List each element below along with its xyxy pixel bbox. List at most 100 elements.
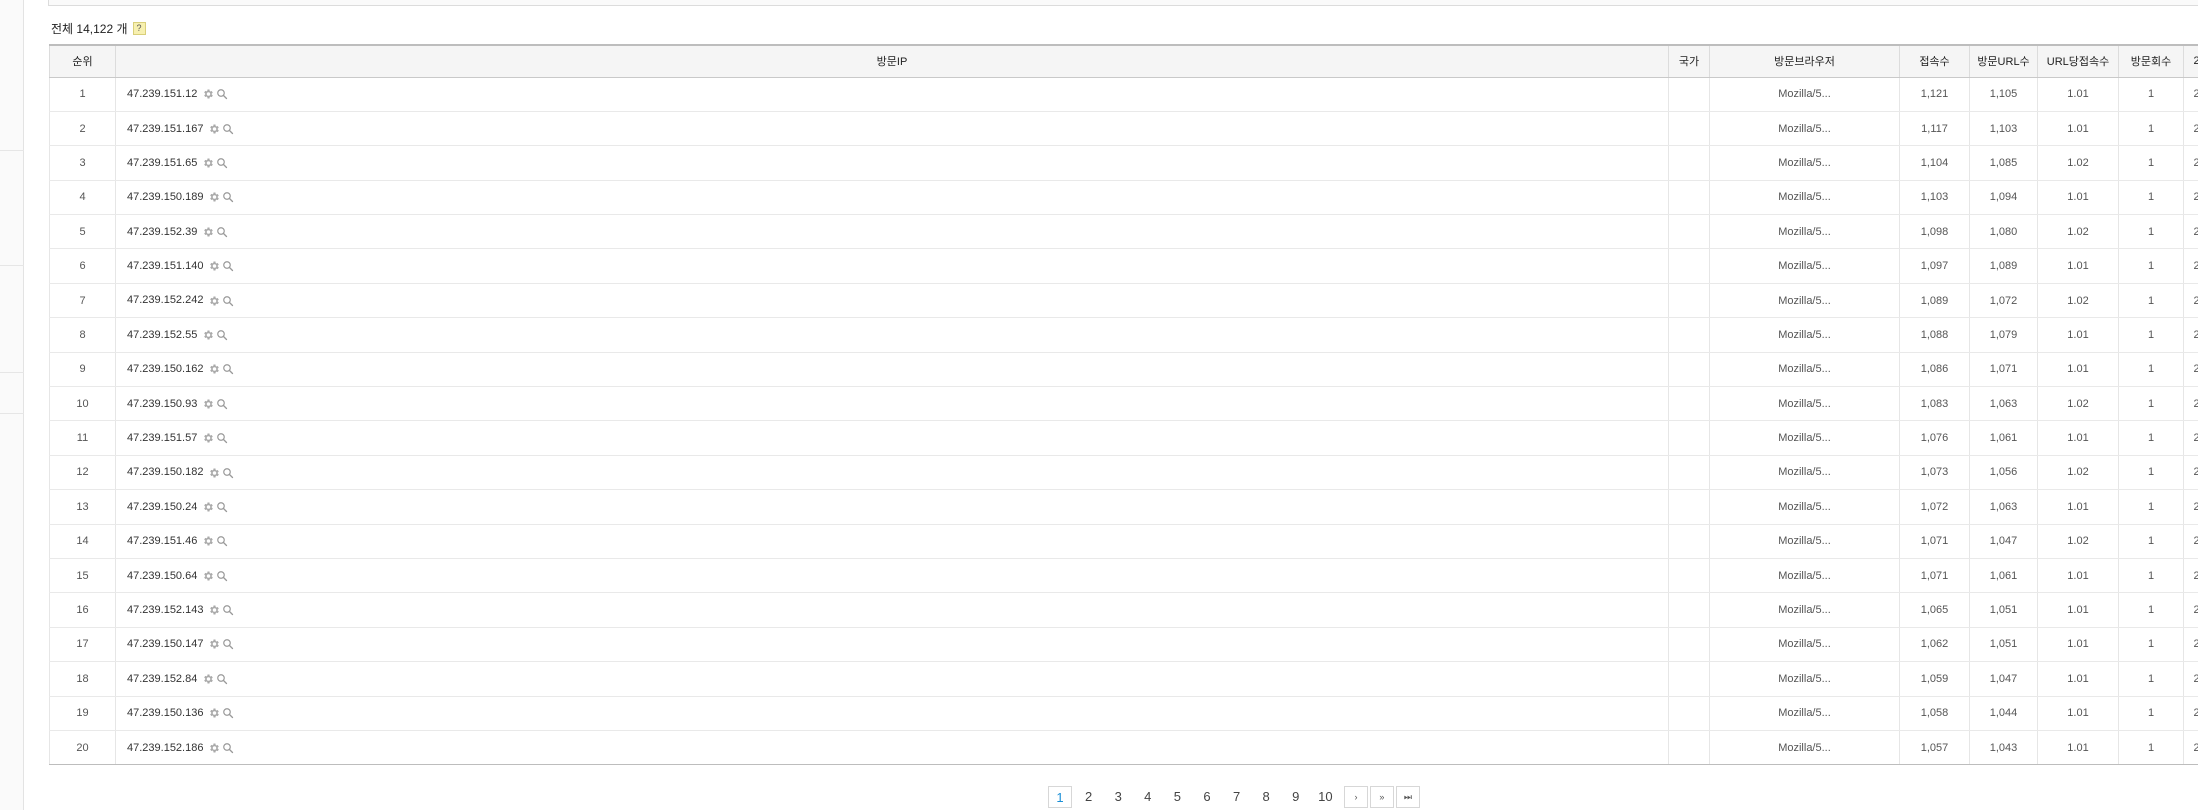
- table-row[interactable]: 19 47.239.150.136 Mozilla/5... 1,058 1,044 1.…: [49, 695, 2198, 731]
- search-icon[interactable]: [216, 157, 228, 169]
- gear-icon[interactable]: [202, 501, 214, 513]
- gear-icon[interactable]: [208, 363, 220, 375]
- search-icon[interactable]: [222, 260, 234, 272]
- ip-address[interactable]: 47.239.151.57: [127, 432, 197, 444]
- gear-icon[interactable]: [208, 638, 220, 650]
- col-visits[interactable]: 접속수: [1899, 44, 1970, 78]
- search-icon[interactable]: [222, 638, 234, 650]
- col-sessions[interactable]: 방문회수: [2118, 44, 2184, 78]
- gear-icon[interactable]: [202, 157, 214, 169]
- gear-icon[interactable]: [202, 329, 214, 341]
- page-7-button[interactable]: 7: [1224, 786, 1250, 808]
- table-row[interactable]: 6 47.239.151.140 Mozilla/5... 1,097 1,089 1.0…: [49, 248, 2198, 284]
- ip-address[interactable]: 47.239.150.182: [127, 466, 203, 478]
- page-2-button[interactable]: 2: [1076, 786, 1102, 808]
- table-row[interactable]: 15 47.239.150.64 Mozilla/5... 1,071 1,061 1.0…: [49, 557, 2198, 594]
- gear-icon[interactable]: [208, 191, 220, 203]
- ip-address[interactable]: 47.239.150.147: [127, 638, 203, 650]
- ip-address[interactable]: 47.239.150.93: [127, 398, 197, 410]
- search-icon[interactable]: [222, 191, 234, 203]
- page-10-button[interactable]: 10: [1312, 786, 1338, 808]
- search-icon[interactable]: [222, 123, 234, 135]
- table-row[interactable]: 12 47.239.150.182 Mozilla/5... 1,073 1,056 1.…: [49, 454, 2198, 491]
- gear-icon[interactable]: [202, 570, 214, 582]
- table-row[interactable]: 13 47.239.150.24 Mozilla/5... 1,072 1,063 1.0…: [49, 489, 2198, 525]
- table-row[interactable]: 3 47.239.151.65 Mozilla/5... 1,104 1,085 1.02…: [49, 145, 2198, 181]
- table-row[interactable]: 11 47.239.151.57 Mozilla/5... 1,076 1,061 1.0…: [49, 420, 2198, 456]
- gear-icon[interactable]: [202, 226, 214, 238]
- page-6-button[interactable]: 6: [1194, 786, 1220, 808]
- table-row[interactable]: 14 47.239.151.46 Mozilla/5... 1,071 1,047 1.0…: [49, 523, 2198, 559]
- table-row[interactable]: 1 47.239.151.12 Mozilla/5... 1,121 1,105 1.01…: [49, 76, 2198, 112]
- search-icon[interactable]: [216, 226, 228, 238]
- search-icon[interactable]: [216, 432, 228, 444]
- ip-address[interactable]: 47.239.151.167: [127, 123, 203, 135]
- search-icon[interactable]: [222, 363, 234, 375]
- gear-icon[interactable]: [202, 673, 214, 685]
- col-ip[interactable]: 방문IP: [115, 44, 1669, 78]
- page-5-button[interactable]: 5: [1164, 786, 1190, 808]
- col-rank[interactable]: 순위: [49, 44, 116, 78]
- ip-address[interactable]: 47.239.152.143: [127, 604, 203, 616]
- gear-icon[interactable]: [202, 398, 214, 410]
- col-country[interactable]: 국가: [1668, 44, 1710, 78]
- page-8-button[interactable]: 8: [1253, 786, 1279, 808]
- ip-address[interactable]: 47.239.151.46: [127, 535, 197, 547]
- gear-icon[interactable]: [208, 295, 220, 307]
- search-icon[interactable]: [222, 742, 234, 754]
- search-icon[interactable]: [216, 329, 228, 341]
- ip-address[interactable]: 47.239.151.12: [127, 88, 197, 100]
- table-row[interactable]: 5 47.239.152.39 Mozilla/5... 1,098 1,080 1.02…: [49, 214, 2198, 250]
- ip-address[interactable]: 47.239.150.24: [127, 501, 197, 513]
- search-icon[interactable]: [216, 535, 228, 547]
- gear-icon[interactable]: [208, 742, 220, 754]
- search-icon[interactable]: [216, 673, 228, 685]
- table-row[interactable]: 17 47.239.150.147 Mozilla/5... 1,062 1,051 1.…: [49, 626, 2198, 663]
- table-row[interactable]: 18 47.239.152.84 Mozilla/5... 1,059 1,047 1.0…: [49, 661, 2198, 697]
- page-3-button[interactable]: 3: [1105, 786, 1131, 808]
- search-icon[interactable]: [222, 295, 234, 307]
- page-4-button[interactable]: 4: [1135, 786, 1161, 808]
- ip-address[interactable]: 47.239.152.186: [127, 742, 203, 754]
- ip-address[interactable]: 47.239.150.189: [127, 191, 203, 203]
- table-row[interactable]: 2 47.239.151.167 Mozilla/5... 1,117 1,103 1.0…: [49, 110, 2198, 147]
- table-row[interactable]: 7 47.239.152.242 Mozilla/5... 1,089 1,072 1.0…: [49, 282, 2198, 319]
- search-icon[interactable]: [216, 88, 228, 100]
- table-row[interactable]: 8 47.239.152.55 Mozilla/5... 1,088 1,079 1.01…: [49, 317, 2198, 353]
- table-row[interactable]: 9 47.239.150.162 Mozilla/5... 1,086 1,071 1.0…: [49, 351, 2198, 388]
- search-icon[interactable]: [216, 570, 228, 582]
- next-group-button[interactable]: »: [1369, 786, 1394, 808]
- table-row[interactable]: 10 47.239.150.93 Mozilla/5... 1,083 1,063 1.0…: [49, 386, 2198, 422]
- page-1-button[interactable]: 1: [1048, 786, 1072, 808]
- ip-address[interactable]: 47.239.150.136: [127, 707, 203, 719]
- page-9-button[interactable]: 9: [1283, 786, 1309, 808]
- search-icon[interactable]: [216, 398, 228, 410]
- table-row[interactable]: 20 47.239.152.186 Mozilla/5... 1,057 1,043 1.…: [49, 729, 2198, 766]
- ip-address[interactable]: 47.239.151.65: [127, 157, 197, 169]
- next-page-button[interactable]: ›: [1343, 786, 1368, 808]
- gear-icon[interactable]: [208, 604, 220, 616]
- gear-icon[interactable]: [202, 432, 214, 444]
- ip-address[interactable]: 47.239.152.55: [127, 329, 197, 341]
- search-icon[interactable]: [216, 501, 228, 513]
- search-icon[interactable]: [222, 467, 234, 479]
- col-visits-per-url[interactable]: URL당접속수: [2037, 44, 2119, 78]
- search-icon[interactable]: [222, 707, 234, 719]
- table-row[interactable]: 4 47.239.150.189 Mozilla/5... 1,103 1,094 1.0…: [49, 179, 2198, 216]
- table-row[interactable]: 16 47.239.152.143 Mozilla/5... 1,065 1,051 1.…: [49, 592, 2198, 628]
- ip-address[interactable]: 47.239.151.140: [127, 260, 203, 272]
- gear-icon[interactable]: [208, 260, 220, 272]
- gear-icon[interactable]: [208, 467, 220, 479]
- last-page-button[interactable]: ⏭: [1395, 786, 1420, 808]
- ip-address[interactable]: 47.239.150.162: [127, 363, 203, 375]
- gear-icon[interactable]: [202, 535, 214, 547]
- help-icon[interactable]: ?: [132, 22, 146, 35]
- gear-icon[interactable]: [208, 707, 220, 719]
- col-urls[interactable]: 방문URL수: [1969, 44, 2038, 78]
- search-icon[interactable]: [222, 604, 234, 616]
- ip-address[interactable]: 47.239.152.242: [127, 294, 203, 306]
- gear-icon[interactable]: [208, 123, 220, 135]
- col-browser[interactable]: 방문브라우저: [1709, 44, 1900, 78]
- ip-address[interactable]: 47.239.152.84: [127, 673, 197, 685]
- ip-address[interactable]: 47.239.150.64: [127, 570, 197, 582]
